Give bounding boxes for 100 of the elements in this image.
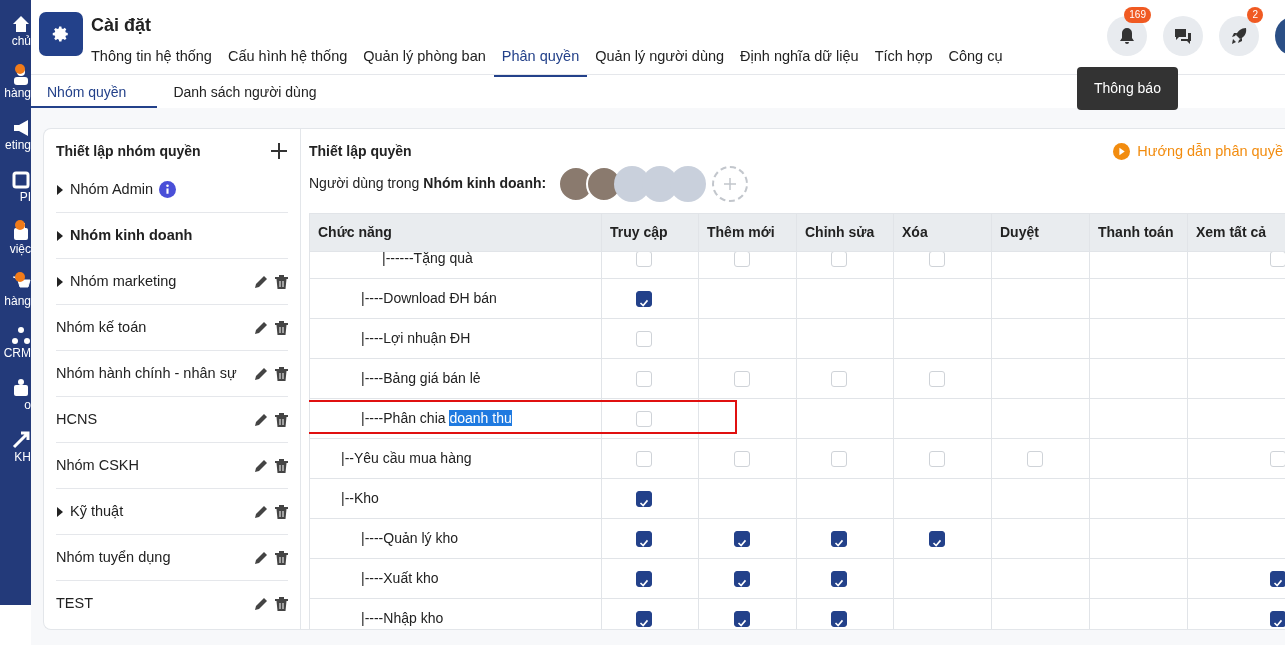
nav-tab[interactable]: Định nghĩa dữ liệu (732, 42, 867, 77)
settings-icon (52, 25, 70, 43)
permission-checkbox[interactable] (1270, 611, 1285, 628)
permission-checkbox[interactable] (636, 491, 652, 508)
column-header: Xem tất cả (1187, 213, 1285, 252)
count-badge: 169 (1124, 7, 1151, 23)
permission-checkbox[interactable] (636, 291, 652, 308)
table-cell: |----Lợi nhuận ĐH (361, 329, 471, 346)
nav-tab[interactable]: Tích hợp (866, 42, 941, 77)
sidebar-item[interactable]: PI (11, 170, 31, 206)
sidebar-item[interactable]: o (11, 378, 31, 414)
trash-icon[interactable] (275, 366, 288, 381)
add-icon[interactable] (270, 142, 288, 160)
group-name[interactable]: Nhóm Admin (70, 178, 153, 201)
caret-icon[interactable] (56, 184, 64, 195)
group-name[interactable]: Nhóm CSKH (56, 454, 139, 477)
nav-tab[interactable]: Thông tin hệ thống (83, 42, 220, 77)
edit-icon[interactable] (254, 366, 268, 381)
trash-icon[interactable] (275, 504, 288, 519)
trash-icon[interactable] (275, 550, 288, 565)
group-name[interactable]: Nhóm kinh doanh (70, 224, 193, 247)
column-header: Chỉnh sửa (796, 213, 894, 252)
sidebar-item[interactable]: KH (11, 430, 31, 466)
column-header: Chức năng (309, 213, 602, 252)
permission-checkbox[interactable] (636, 531, 652, 548)
group-name[interactable]: Nhóm tuyển dụng (56, 546, 171, 569)
info-icon[interactable] (159, 181, 176, 198)
sidebar-item[interactable]: việc (9, 222, 31, 258)
column-header: Truy cập (601, 213, 699, 252)
settings-button[interactable] (39, 12, 83, 56)
table-cell: |--Yêu cầu mua hàng (341, 449, 472, 466)
header-button[interactable] (1107, 16, 1147, 56)
group-name[interactable]: Nhóm kế toán (56, 316, 147, 339)
edit-icon[interactable] (254, 550, 268, 565)
table-cell: |----Nhập kho (361, 609, 444, 626)
group-name[interactable]: HCNS (56, 408, 98, 431)
edit-icon[interactable] (254, 412, 268, 427)
table-cell: |------Tặng quà (382, 251, 473, 266)
sidebar-item[interactable]: hàng (4, 66, 31, 102)
edit-icon[interactable] (254, 458, 268, 473)
nav-tab[interactable]: Cấu hình hệ thống (219, 42, 356, 77)
users-label: Người dùng trong Nhóm kinh doanh: (309, 174, 547, 194)
rocket-icon (1229, 26, 1249, 46)
permission-checkbox[interactable] (733, 571, 750, 588)
nav-tab[interactable]: Công cụ (940, 42, 1011, 77)
nav-tab[interactable]: Phân quyền (493, 42, 588, 77)
tooltip: Thông báo (1077, 67, 1178, 110)
permission-checkbox[interactable] (636, 571, 652, 588)
table-cell: |----Bảng giá bán lẻ (361, 369, 481, 386)
group-name[interactable]: TEST (56, 593, 94, 615)
edit-icon[interactable] (254, 504, 268, 519)
sub-tab[interactable]: Danh sách người dùng (157, 75, 333, 108)
permission-checkbox[interactable] (1270, 571, 1285, 588)
play-icon (1113, 143, 1131, 161)
nav-tab[interactable]: Quản lý phòng ban (355, 42, 494, 77)
bell-icon (1117, 26, 1137, 46)
menu-item-icon (11, 118, 31, 138)
table-cell: |----Phân chia doanh thu (361, 409, 512, 426)
trash-icon[interactable] (275, 597, 288, 611)
sidebar-item[interactable]: CRM (3, 326, 31, 362)
edit-icon[interactable] (254, 274, 268, 289)
column-header: Duyệt (991, 213, 1090, 252)
menu-item-icon (11, 14, 31, 34)
group-name[interactable]: Nhóm hành chính - nhân sự (56, 362, 237, 385)
menu-item-icon (11, 378, 31, 398)
caret-icon[interactable] (56, 276, 64, 287)
sidebar-item[interactable]: hàng (4, 274, 31, 310)
edit-icon[interactable] (254, 597, 268, 611)
table-cell: |----Download ĐH bán (361, 289, 497, 306)
sidebar-item[interactable]: chủ (11, 14, 31, 50)
panel-title: Thiết lập nhóm quyền (56, 141, 201, 161)
header-button[interactable] (1219, 16, 1259, 56)
table-cell: |----Xuất kho (361, 569, 439, 586)
trash-icon[interactable] (275, 458, 288, 473)
column-header: Thêm mới (698, 213, 797, 252)
plus-icon (724, 177, 737, 190)
count-badge: 2 (1247, 7, 1263, 23)
permission-checkbox[interactable] (831, 571, 847, 588)
header-button[interactable] (1163, 16, 1203, 56)
group-name[interactable]: Nhóm marketing (70, 270, 177, 293)
trash-icon[interactable] (275, 412, 288, 427)
group-name[interactable]: Kỹ thuật (70, 500, 124, 523)
permission-checkbox[interactable] (733, 611, 750, 628)
caret-icon[interactable] (56, 506, 64, 517)
trash-icon[interactable] (275, 274, 288, 289)
permission-checkbox[interactable] (831, 611, 847, 628)
column-header: Thanh toán (1089, 213, 1188, 252)
table-cell: |--Kho (341, 489, 379, 506)
permission-checkbox[interactable] (636, 611, 652, 628)
trash-icon[interactable] (275, 320, 288, 335)
nav-tab[interactable]: Quản lý người dùng (587, 42, 733, 77)
edit-icon[interactable] (254, 320, 268, 335)
chat-icon (1173, 26, 1193, 46)
sidebar-item[interactable]: eting (4, 118, 31, 154)
permission-checkbox[interactable] (928, 531, 945, 548)
caret-icon[interactable] (56, 230, 64, 241)
page-title: Cài đặt (91, 15, 152, 35)
permission-checkbox[interactable] (831, 531, 847, 548)
permission-checkbox[interactable] (733, 531, 750, 548)
panel-title: Thiết lập quyền (309, 142, 412, 161)
